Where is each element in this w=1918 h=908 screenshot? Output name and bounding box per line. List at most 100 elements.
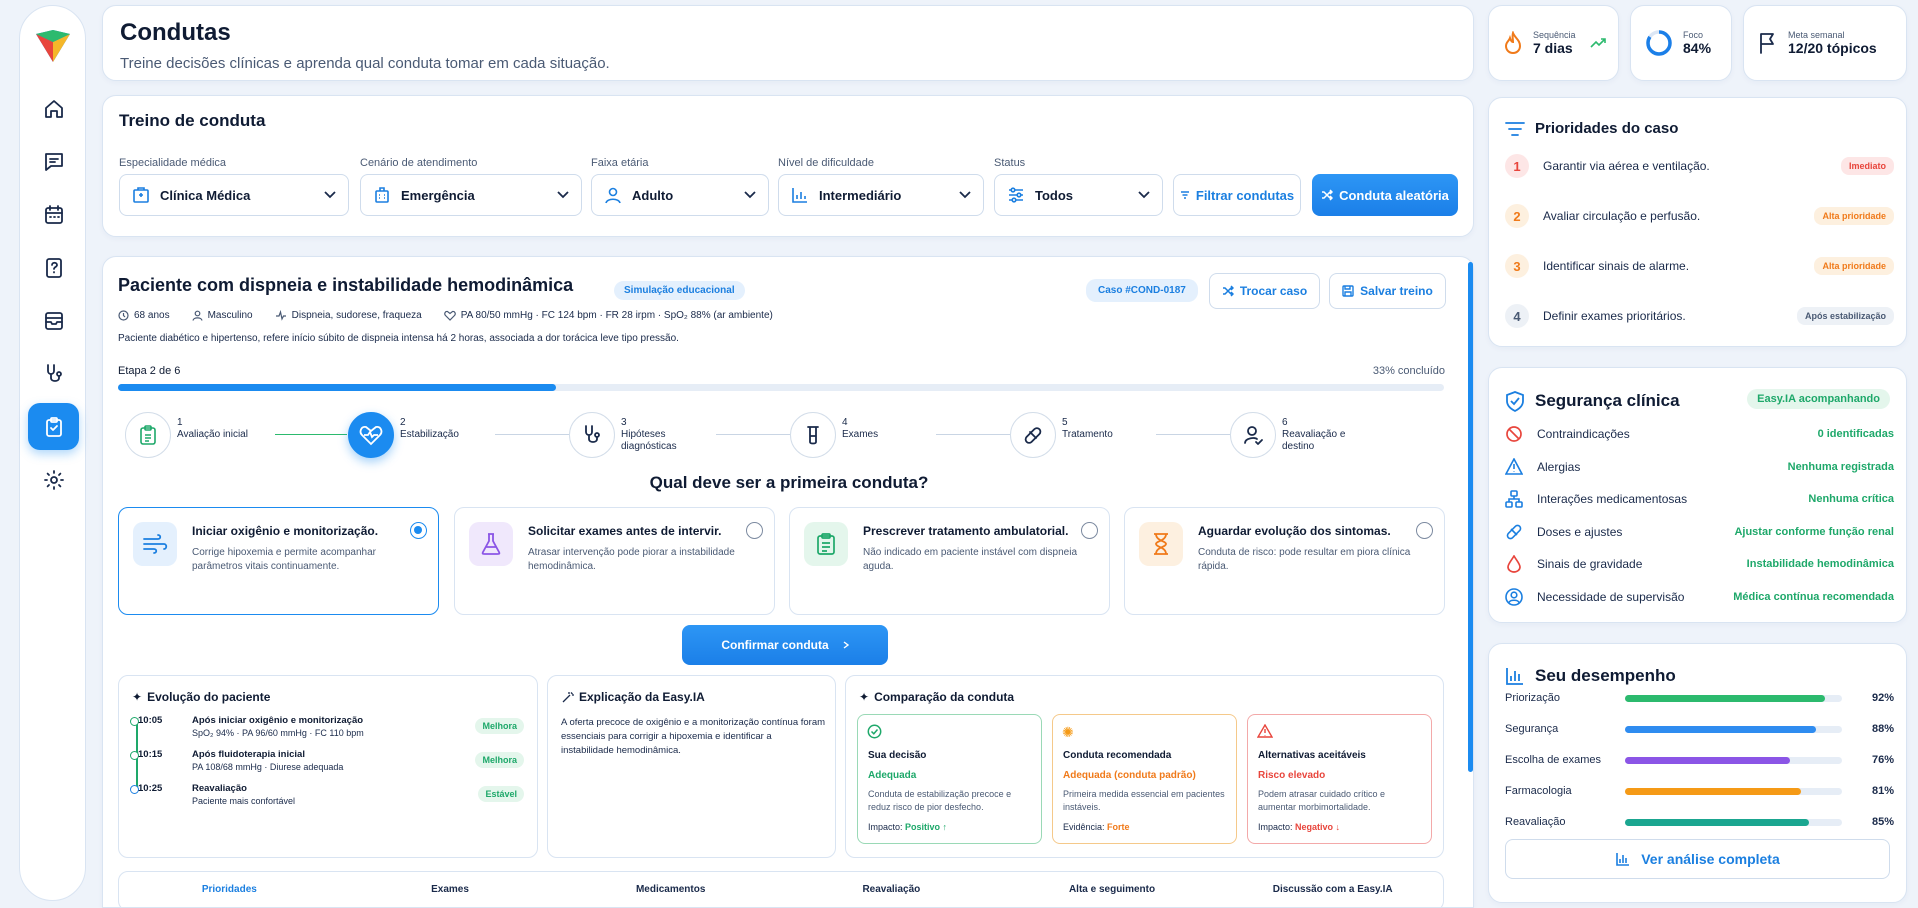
scenario-select[interactable]: Emergência <box>360 174 582 216</box>
random-conduct-button[interactable]: Conduta aleatória <box>1312 174 1458 216</box>
step-label: Exames <box>842 429 879 440</box>
safety-value: Nenhuma crítica <box>1808 493 1894 505</box>
step-num: 6 <box>1282 417 1288 428</box>
shuffle-icon <box>1222 285 1234 297</box>
performance-row: Reavaliação 85% <box>1505 816 1894 828</box>
filter-lines-icon <box>1505 121 1525 137</box>
tab-exames[interactable]: Exames <box>340 884 561 907</box>
user-circle-icon <box>1505 588 1525 606</box>
tab-alta[interactable]: Alta e seguimento <box>1002 884 1223 907</box>
save-training-button[interactable]: Salvar treino <box>1329 273 1446 309</box>
confirm-conduct-button[interactable]: Confirmar conduta <box>682 625 888 665</box>
nav-stethoscope[interactable] <box>28 350 79 397</box>
nav-home[interactable] <box>28 85 79 132</box>
step-connector <box>495 434 569 435</box>
stat-value: 7 dias <box>1533 40 1573 56</box>
patient-history: Paciente diabético e hipertenso, refere … <box>118 333 679 344</box>
step-text: 6 Reavaliação e destino <box>1282 412 1352 453</box>
patient-meta: 68 anos Masculino Dispneia, sudorese, fr… <box>118 310 773 321</box>
calendar-icon <box>43 204 65 226</box>
sparkle-icon: ✦ <box>859 690 870 704</box>
tab-medicamentos[interactable]: Medicamentos <box>560 884 781 907</box>
option-oxygen[interactable]: Iniciar oxigênio e monitorização. Corrig… <box>118 507 439 615</box>
step-num: 3 <box>621 417 627 428</box>
priority-num: 1 <box>1505 154 1529 178</box>
case-title: Paciente com dispneia e instabilidade he… <box>118 275 574 295</box>
chevron-down-icon <box>744 191 756 199</box>
filter-button[interactable]: Filtrar condutas <box>1173 174 1301 216</box>
case-scrollbar[interactable] <box>1468 262 1473 772</box>
option-wait[interactable]: Aguardar evolução dos sintomas. Conduta … <box>1124 507 1445 615</box>
test-tube-icon <box>802 424 824 446</box>
option-radio[interactable] <box>1081 522 1098 539</box>
trend-up-icon <box>1589 37 1606 49</box>
swap-case-button[interactable]: Trocar caso <box>1209 273 1320 309</box>
meta-vitals-text: PA 80/50 mmHg · FC 124 bpm · FR 28 irpm … <box>460 310 773 321</box>
question-doc-icon <box>43 257 65 279</box>
app-logo[interactable] <box>34 28 72 64</box>
age-group-select[interactable]: Adulto <box>591 174 769 216</box>
nav-inbox[interactable] <box>28 297 79 344</box>
performance-bar <box>1625 756 1842 764</box>
option-radio[interactable] <box>746 522 763 539</box>
tab-reavaliacao[interactable]: Reavaliação <box>781 884 1002 907</box>
safety-value: Médica contínua recomendada <box>1733 591 1894 603</box>
safety-label: Alergias <box>1537 459 1581 474</box>
step-circle <box>569 412 615 458</box>
comparison-item-impact: Impacto: Positivo ↑ <box>868 822 947 832</box>
status-select[interactable]: Todos <box>994 174 1163 216</box>
meta-age-text: 68 anos <box>134 310 170 321</box>
specialty-select[interactable]: Clínica Médica <box>119 174 349 216</box>
step-5[interactable]: 5 Tratamento <box>1010 412 1113 458</box>
evolution-title: Evolução do paciente <box>147 690 271 704</box>
step-1[interactable]: 1 Avaliação inicial <box>125 412 248 458</box>
wind-icon <box>142 533 168 555</box>
step-2[interactable]: 2 Estabilização <box>348 412 459 458</box>
option-radio[interactable] <box>410 522 427 539</box>
filter-label: Status <box>994 157 1026 169</box>
safety-panel: Segurança clínica Easy.IA acompanhando C… <box>1488 367 1907 623</box>
option-exams[interactable]: Solicitar exames antes de intervir. Atra… <box>454 507 775 615</box>
priorities-panel: Prioridades do caso 1 Garantir via aérea… <box>1488 97 1907 347</box>
performance-value: 76% <box>1871 754 1894 766</box>
step-4[interactable]: 4 Exames <box>790 412 878 458</box>
step-label: Tratamento <box>1062 429 1113 440</box>
safety-item: Necessidade de supervisão Médica contínu… <box>1505 588 1894 606</box>
nav-messages[interactable] <box>28 138 79 185</box>
step-6[interactable]: 6 Reavaliação e destino <box>1230 412 1352 458</box>
step-3[interactable]: 3 Hipóteses diagnósticas <box>569 412 691 458</box>
explanation-card: Explicação da Easy.IA A oferta precoce d… <box>547 675 836 858</box>
performance-label: Reavaliação <box>1505 816 1566 828</box>
performance-row: Farmacologia 81% <box>1505 785 1894 797</box>
tab-discussao[interactable]: Discussão com a Easy.IA <box>1222 884 1443 907</box>
step-num: 2 <box>400 417 406 428</box>
performance-value: 81% <box>1871 785 1894 797</box>
comparison-item-title: Sua decisão <box>868 750 927 761</box>
full-analysis-button[interactable]: Ver análise completa <box>1505 839 1890 879</box>
tab-prioridades[interactable]: Prioridades <box>119 884 340 907</box>
option-radio[interactable] <box>1416 522 1433 539</box>
stat-focus: Foco 84% <box>1630 5 1732 81</box>
comparison-alternatives: Alternativas aceitáveis Risco elevado Po… <box>1247 714 1432 844</box>
training-title: Treino de conduta <box>119 111 266 130</box>
option-icon <box>1139 522 1183 566</box>
performance-label: Segurança <box>1505 723 1559 735</box>
step-text: 1 Avaliação inicial <box>177 412 248 441</box>
nav-settings[interactable] <box>28 456 79 503</box>
meta-sex-text: Masculino <box>207 310 253 321</box>
evolution-time: 10:25 <box>138 783 163 794</box>
performance-row: Escolha de exames 76% <box>1505 754 1894 766</box>
evolution-status: Estável <box>478 786 524 802</box>
difficulty-select[interactable]: Intermediário <box>778 174 984 216</box>
comparison-recommended: ✺ Conduta recomendada Adequada (conduta … <box>1052 714 1237 844</box>
sparkle-icon: ✦ <box>132 690 143 704</box>
progress-label: 33% concluído <box>1372 365 1445 377</box>
performance-title: Seu desempenho <box>1535 666 1676 685</box>
comparison-item-desc: Conduta de estabilização precoce e reduz… <box>868 789 1012 812</box>
safety-badge: Easy.IA acompanhando <box>1747 389 1890 409</box>
option-ambulatory[interactable]: Prescrever tratamento ambulatorial. Não … <box>789 507 1110 615</box>
nav-calendar[interactable] <box>28 191 79 238</box>
nav-condutas[interactable] <box>28 403 79 450</box>
nav-questions[interactable] <box>28 244 79 291</box>
heart-pulse-icon <box>359 424 383 446</box>
